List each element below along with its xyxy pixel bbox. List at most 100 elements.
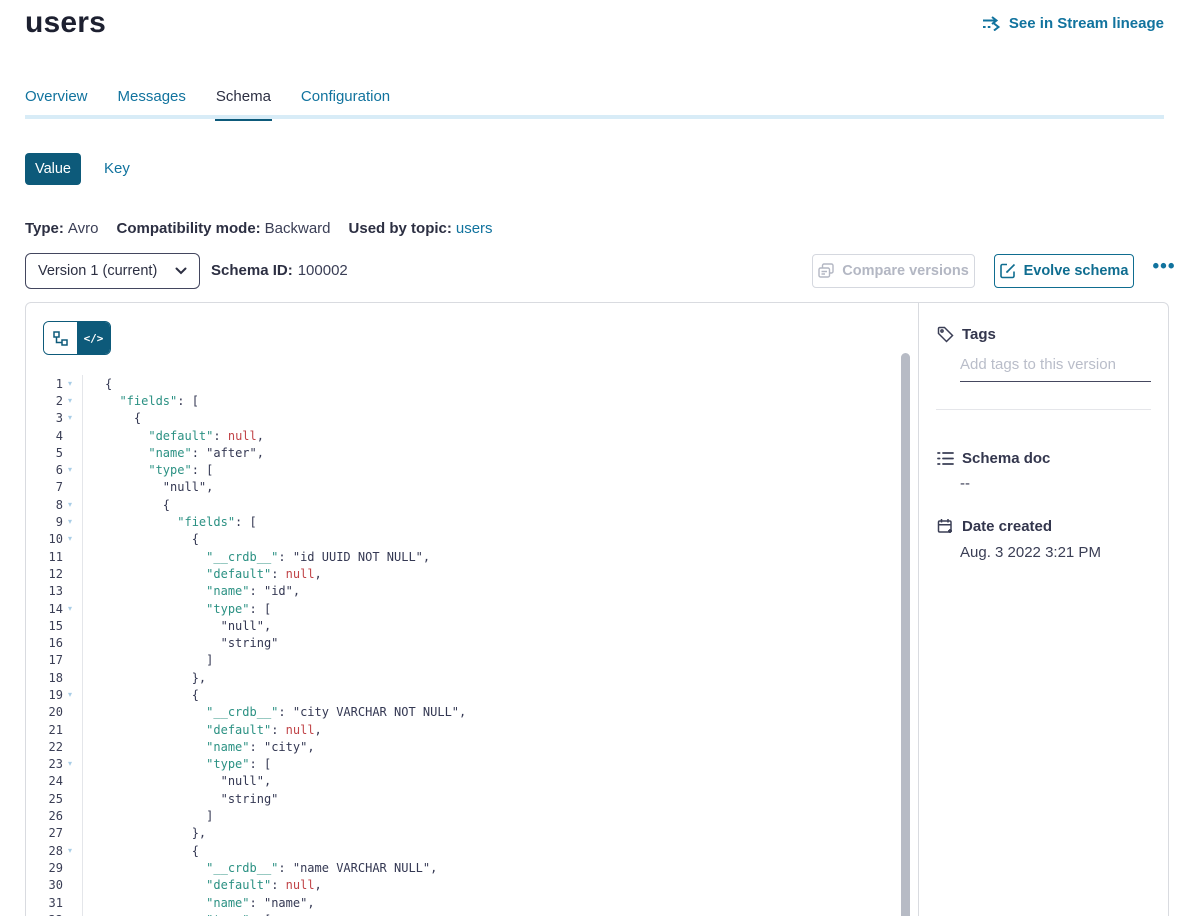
code-line: 28▾ { <box>26 842 898 859</box>
line-number: 15 <box>26 619 63 633</box>
fold-arrow-icon[interactable]: ▾ <box>63 847 81 855</box>
schema-id: Schema ID:100002 <box>211 262 348 279</box>
tags-input-underline <box>960 381 1151 382</box>
code-text: "__crdb__": "city VARCHAR NOT NULL", <box>83 705 466 719</box>
code-text: { <box>83 532 199 546</box>
line-gutter: 19▾ <box>26 686 83 703</box>
stream-lineage-link[interactable]: See in Stream lineage <box>982 15 1164 32</box>
more-options-button[interactable]: ••• <box>1144 250 1184 284</box>
code-text: "null", <box>83 480 213 494</box>
tab-messages[interactable]: Messages <box>118 88 186 105</box>
code-view-button[interactable]: </> <box>77 322 110 354</box>
fold-arrow-icon[interactable]: ▾ <box>63 518 81 526</box>
line-number: 17 <box>26 653 63 667</box>
line-number: 7 <box>26 480 63 494</box>
date-created-header: Date created <box>936 517 1052 535</box>
schema-panel: </> 1▾{2▾ "fields": [3▾ {4 "default": nu… <box>25 302 1169 916</box>
line-number: 12 <box>26 567 63 581</box>
line-gutter: 23▾ <box>26 756 83 773</box>
code-line: 23▾ "type": [ <box>26 756 898 773</box>
key-schema-link[interactable]: Key <box>104 160 130 177</box>
line-gutter: 8▾ <box>26 496 83 513</box>
fold-arrow-icon[interactable]: ▾ <box>63 605 81 613</box>
code-line: 15 "null", <box>26 617 898 634</box>
code-text: "type": [ <box>83 757 271 771</box>
tab-overview[interactable]: Overview <box>25 88 88 105</box>
version-select[interactable]: Version 1 (current) <box>25 253 200 289</box>
tree-view-icon <box>53 331 68 346</box>
code-pane: </> 1▾{2▾ "fields": [3▾ {4 "default": nu… <box>26 303 918 916</box>
schema-doc-header: Schema doc <box>936 449 1050 467</box>
line-gutter: 15 <box>26 617 83 634</box>
code-line: 7 "null", <box>26 479 898 496</box>
value-schema-button[interactable]: Value <box>25 153 81 185</box>
line-gutter: 18 <box>26 669 83 686</box>
version-select-value: Version 1 (current) <box>38 263 175 279</box>
topic-link[interactable]: users <box>456 220 493 237</box>
code-text: "name": "city", <box>83 740 315 754</box>
code-line: 11 "__crdb__": "id UUID NOT NULL", <box>26 548 898 565</box>
chevron-down-icon <box>175 267 187 275</box>
code-text: }, <box>83 826 206 840</box>
line-number: 21 <box>26 723 63 737</box>
line-gutter: 26 <box>26 807 83 824</box>
line-number: 8 <box>26 498 63 512</box>
code-text: { <box>83 844 199 858</box>
page-title: users <box>25 6 106 40</box>
line-number: 5 <box>26 446 63 460</box>
compare-versions-button[interactable]: Compare versions <box>812 254 975 288</box>
line-gutter: 12 <box>26 565 83 582</box>
tab-configuration[interactable]: Configuration <box>301 88 390 105</box>
view-mode-toggle: </> <box>43 321 111 355</box>
line-gutter: 17 <box>26 652 83 669</box>
code-line: 5 "name": "after", <box>26 444 898 461</box>
line-number: 16 <box>26 636 63 650</box>
editor-scrollbar[interactable] <box>901 353 910 916</box>
code-line: 29 "__crdb__": "name VARCHAR NULL", <box>26 859 898 876</box>
fold-arrow-icon[interactable]: ▾ <box>63 414 81 422</box>
code-line: 17 ] <box>26 652 898 669</box>
line-number: 24 <box>26 774 63 788</box>
line-number: 10 <box>26 532 63 546</box>
line-gutter: 7 <box>26 479 83 496</box>
code-line: 24 "null", <box>26 773 898 790</box>
code-line: 22 "name": "city", <box>26 738 898 755</box>
line-gutter: 13 <box>26 583 83 600</box>
code-line: 6▾ "type": [ <box>26 461 898 478</box>
line-number: 26 <box>26 809 63 823</box>
line-gutter: 31 <box>26 894 83 911</box>
code-text: "default": null, <box>83 723 322 737</box>
code-text: "null", <box>83 619 271 633</box>
code-line: 3▾ { <box>26 410 898 427</box>
line-gutter: 28▾ <box>26 842 83 859</box>
code-text: "fields": [ <box>83 515 257 529</box>
fold-arrow-icon[interactable]: ▾ <box>63 760 81 768</box>
evolve-schema-button[interactable]: Evolve schema <box>994 254 1134 288</box>
code-text: "__crdb__": "id UUID NOT NULL", <box>83 550 430 564</box>
code-text: "string" <box>83 792 278 806</box>
line-gutter: 22 <box>26 738 83 755</box>
tags-input[interactable]: Add tags to this version <box>960 356 1151 373</box>
line-gutter: 30 <box>26 877 83 894</box>
fold-arrow-icon[interactable]: ▾ <box>63 501 81 509</box>
fold-arrow-icon[interactable]: ▾ <box>63 380 81 388</box>
fold-arrow-icon[interactable]: ▾ <box>63 535 81 543</box>
line-gutter: 29 <box>26 859 83 876</box>
code-line: 2▾ "fields": [ <box>26 392 898 409</box>
line-number: 30 <box>26 878 63 892</box>
fold-arrow-icon[interactable]: ▾ <box>63 397 81 405</box>
code-line: 16 "string" <box>26 634 898 651</box>
line-number: 25 <box>26 792 63 806</box>
tab-schema[interactable]: Schema <box>216 88 271 105</box>
line-number: 9 <box>26 515 63 529</box>
line-gutter: 10▾ <box>26 531 83 548</box>
line-number: 4 <box>26 429 63 443</box>
calendar-add-icon <box>936 517 954 535</box>
code-line: 21 "default": null, <box>26 721 898 738</box>
fold-arrow-icon[interactable]: ▾ <box>63 691 81 699</box>
fold-arrow-icon[interactable]: ▾ <box>63 466 81 474</box>
code-line: 30 "default": null, <box>26 877 898 894</box>
date-created-value: Aug. 3 2022 3:21 PM <box>960 544 1101 561</box>
tree-view-button[interactable] <box>44 322 77 354</box>
code-editor: 1▾{2▾ "fields": [3▾ {4 "default": null,5… <box>26 373 898 916</box>
